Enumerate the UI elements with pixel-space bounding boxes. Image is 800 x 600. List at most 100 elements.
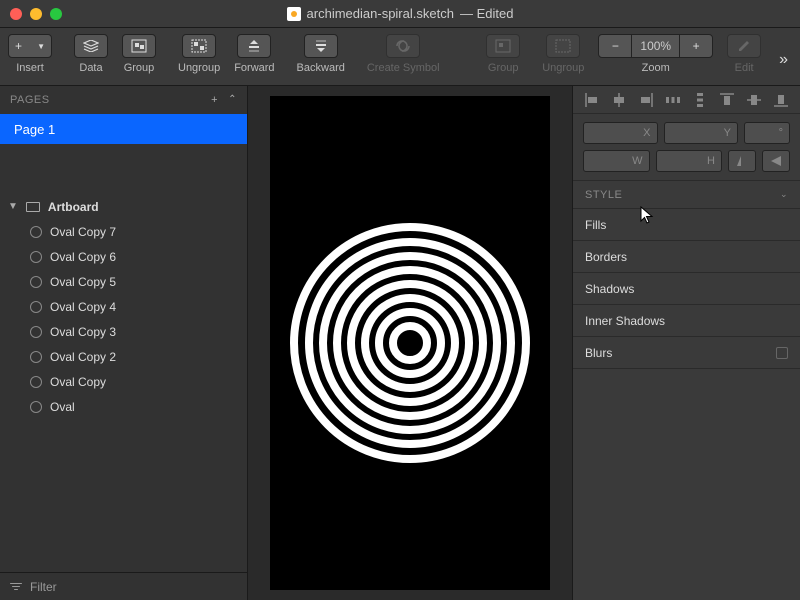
y-field[interactable]: Y <box>664 122 739 144</box>
layer-label: Oval Copy 4 <box>50 300 116 314</box>
layer-row[interactable]: Oval Copy 2 <box>0 344 247 369</box>
pages-header: PAGES + ⌃ <box>0 86 247 114</box>
pages-header-label: PAGES <box>10 94 50 106</box>
layer-row[interactable]: Oval Copy 5 <box>0 269 247 294</box>
group-label: Group <box>124 62 155 74</box>
fullscreen-window-button[interactable] <box>50 8 62 20</box>
artboard-label: Artboard <box>48 200 99 214</box>
edit-button <box>727 34 761 58</box>
align-left-icon[interactable] <box>585 93 599 107</box>
layer-row[interactable]: Oval <box>0 394 247 419</box>
page-item[interactable]: Page 1 <box>0 114 247 144</box>
layer-row[interactable]: Oval Copy 3 <box>0 319 247 344</box>
canvas[interactable] <box>248 86 572 600</box>
backward-button[interactable] <box>304 34 338 58</box>
zoom-label: Zoom <box>642 62 670 74</box>
alignment-row <box>573 86 800 114</box>
minimize-window-button[interactable] <box>30 8 42 20</box>
data-label: Data <box>79 62 102 74</box>
flip-horizontal-button[interactable] <box>728 150 756 172</box>
ungroup-icon <box>555 39 571 53</box>
ungroup-button[interactable] <box>182 34 216 58</box>
create-symbol-icon <box>395 39 411 53</box>
forward-button[interactable] <box>237 34 271 58</box>
group-button[interactable] <box>122 34 156 58</box>
oval-shape[interactable] <box>389 322 431 364</box>
layer-row[interactable]: Oval Copy 7 <box>0 219 247 244</box>
blurs-toggle[interactable] <box>776 347 788 359</box>
left-sidebar: PAGES + ⌃ Page 1 ▼ Artboard Oval Copy 7 O… <box>0 86 248 600</box>
fills-section[interactable]: Fills <box>573 209 800 241</box>
style-header[interactable]: STYLE ⌄ <box>573 181 800 209</box>
window-title: archimedian-spiral.sketch — Edited <box>62 6 738 21</box>
add-page-button[interactable]: + <box>211 94 218 106</box>
zoom-out-button[interactable]: − <box>598 34 632 58</box>
group2-button <box>486 34 520 58</box>
oval-icon <box>30 376 42 388</box>
ungroup2-label: Ungroup <box>542 62 584 74</box>
document-icon <box>287 7 301 21</box>
align-center-h-icon[interactable] <box>612 93 626 107</box>
oval-icon <box>30 326 42 338</box>
height-field[interactable]: H <box>656 150 723 172</box>
blurs-section[interactable]: Blurs <box>573 337 800 369</box>
style-header-label: STYLE <box>585 189 622 201</box>
pencil-icon <box>737 39 751 53</box>
filter-bar[interactable]: Filter <box>0 572 247 600</box>
data-button[interactable] <box>74 34 108 58</box>
chevron-down-icon: ⌄ <box>780 189 788 200</box>
group-icon <box>495 39 511 53</box>
bring-forward-icon <box>247 39 261 53</box>
distribute-v-icon[interactable] <box>693 93 707 107</box>
shadows-section[interactable]: Shadows <box>573 273 800 305</box>
align-top-icon[interactable] <box>720 93 734 107</box>
align-right-icon[interactable] <box>639 93 653 107</box>
borders-section[interactable]: Borders <box>573 241 800 273</box>
layer-row[interactable]: Oval Copy 6 <box>0 244 247 269</box>
flip-vertical-button[interactable] <box>762 150 790 172</box>
toolbar: + ▼ Insert Data Group Ungroup <box>0 28 800 86</box>
artboard-icon <box>26 202 40 212</box>
disclosure-triangle-icon[interactable]: ▼ <box>8 201 18 212</box>
oval-icon <box>30 251 42 263</box>
toolbar-overflow-button[interactable]: » <box>775 47 792 73</box>
zoom-value[interactable]: 100% <box>632 34 679 58</box>
layer-row[interactable]: Oval Copy 4 <box>0 294 247 319</box>
distribute-h-icon[interactable] <box>666 93 680 107</box>
create-symbol-label: Create Symbol <box>367 62 440 74</box>
x-field[interactable]: X <box>583 122 658 144</box>
filter-label: Filter <box>30 580 57 594</box>
titlebar: archimedian-spiral.sketch — Edited <box>0 0 800 28</box>
oval-icon <box>30 301 42 313</box>
send-backward-icon <box>314 39 328 53</box>
concentric-ovals[interactable] <box>290 223 530 463</box>
align-bottom-icon[interactable] <box>774 93 788 107</box>
window-controls <box>10 8 62 20</box>
insert-button[interactable]: + ▼ <box>8 34 52 58</box>
group-icon <box>131 39 147 53</box>
oval-icon <box>30 276 42 288</box>
ungroup-icon <box>191 39 207 53</box>
forward-label: Forward <box>234 62 274 74</box>
oval-icon <box>30 401 42 413</box>
position-size-panel: X Y ° W H <box>573 114 800 181</box>
oval-icon <box>30 226 42 238</box>
layer-row[interactable]: Oval Copy <box>0 369 247 394</box>
ungroup-label: Ungroup <box>178 62 220 74</box>
plus-icon: + <box>15 39 22 53</box>
artboard-canvas[interactable] <box>270 96 550 590</box>
layer-label: Oval Copy 6 <box>50 250 116 264</box>
zoom-in-button[interactable]: + <box>679 34 713 58</box>
artboard-row[interactable]: ▼ Artboard <box>0 194 247 219</box>
edit-label: Edit <box>735 62 754 74</box>
width-field[interactable]: W <box>583 150 650 172</box>
oval-icon <box>30 351 42 363</box>
inner-shadows-section[interactable]: Inner Shadows <box>573 305 800 337</box>
document-filename: archimedian-spiral.sketch <box>307 6 454 21</box>
ungroup2-button <box>546 34 580 58</box>
stack-icon <box>83 40 99 52</box>
collapse-pages-button[interactable]: ⌃ <box>228 94 237 106</box>
align-middle-icon[interactable] <box>747 93 761 107</box>
angle-field[interactable]: ° <box>744 122 790 144</box>
close-window-button[interactable] <box>10 8 22 20</box>
